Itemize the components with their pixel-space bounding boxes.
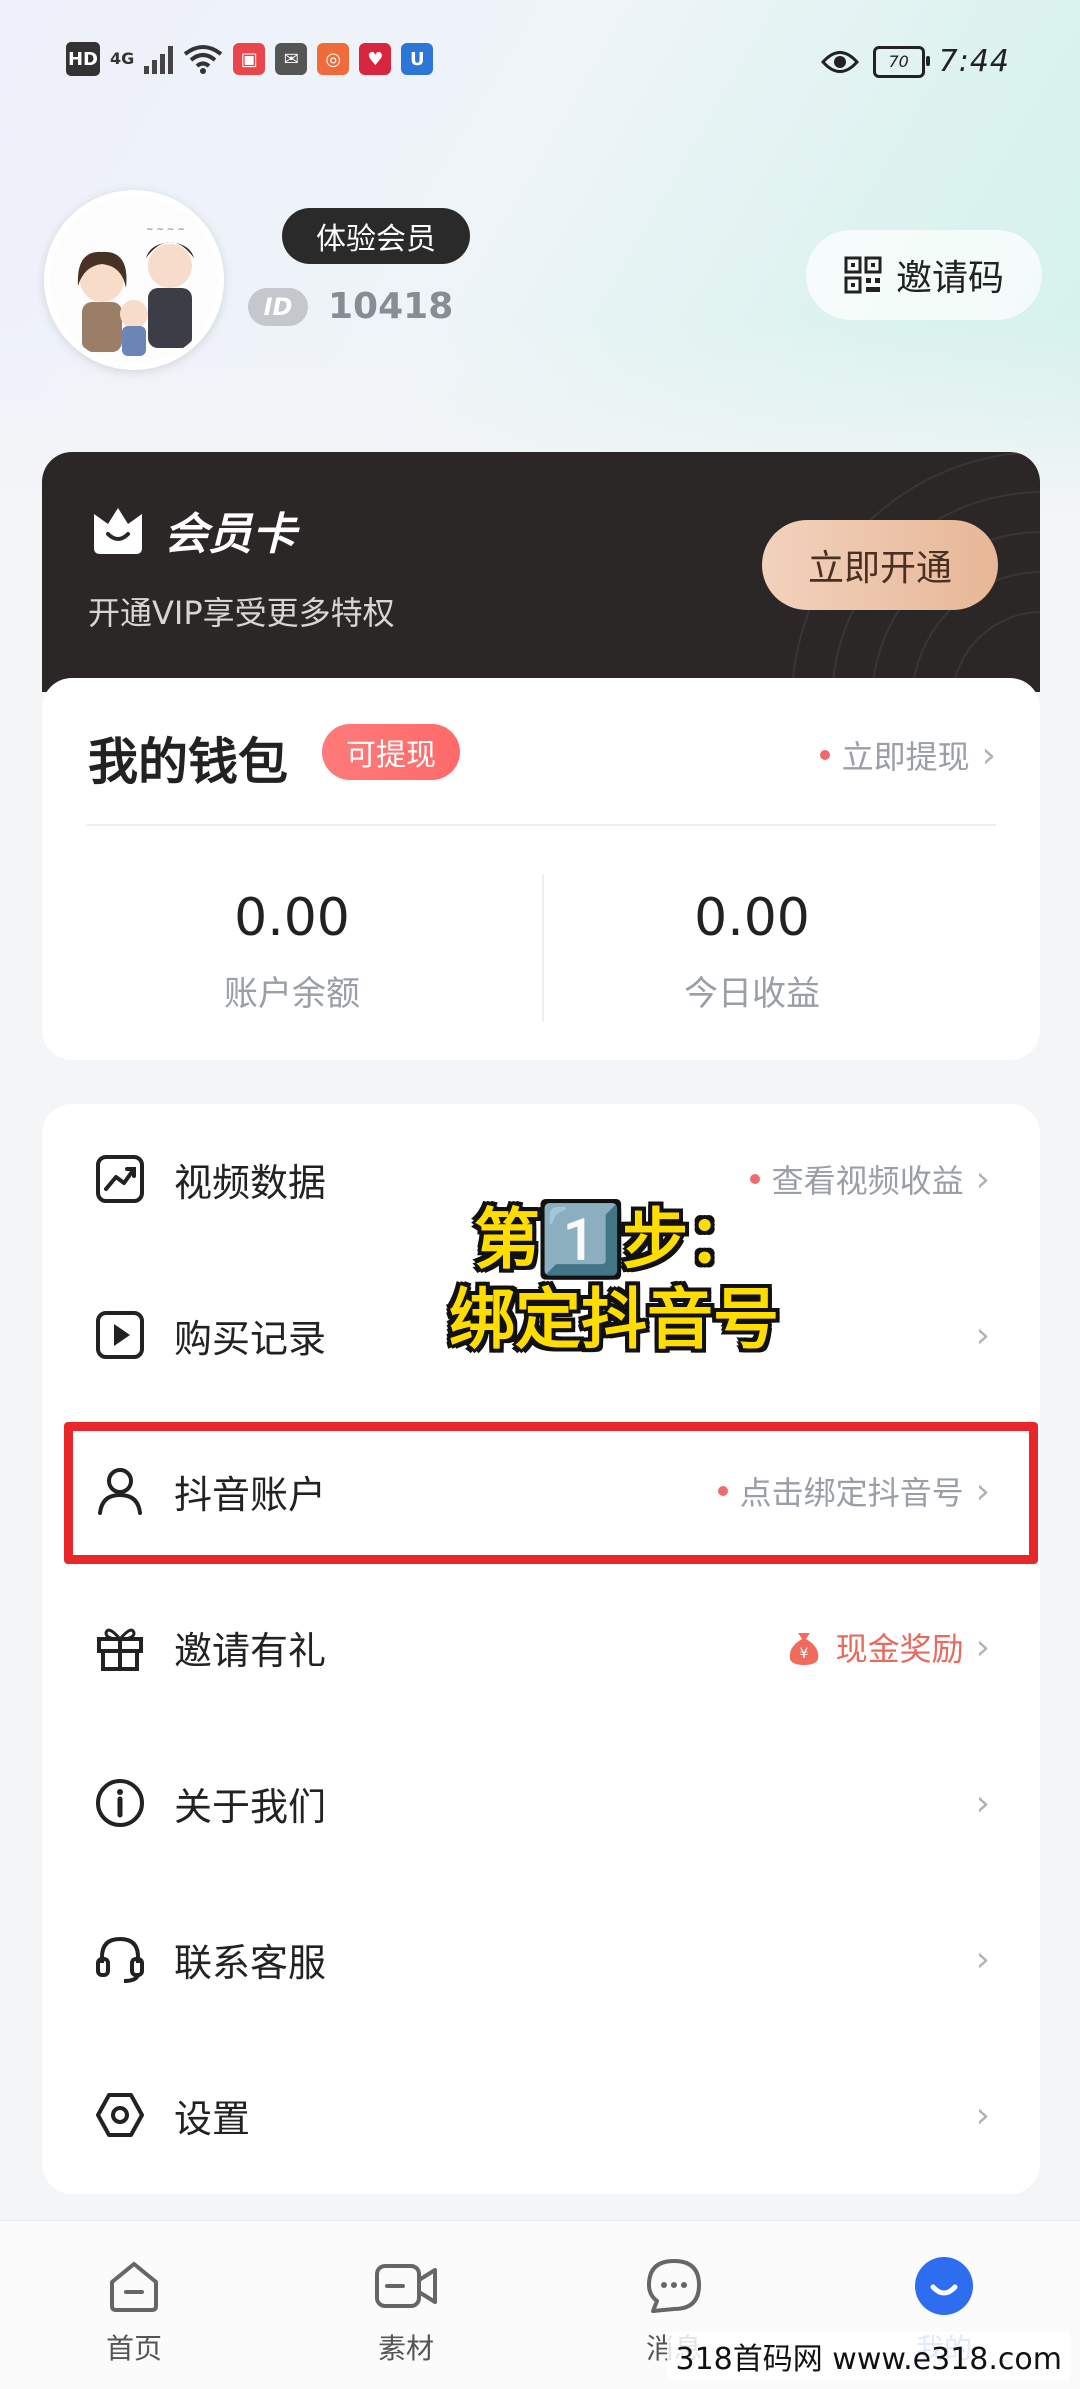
home-icon <box>64 2251 204 2321</box>
today-earnings-value: 0.00 <box>694 888 810 948</box>
chart-icon <box>92 1151 148 1207</box>
chevron-right-icon: › <box>975 1158 990 1200</box>
menu-item-label: 邀请有礼 <box>174 1628 327 1673</box>
balance-value: 0.00 <box>234 888 350 948</box>
red-dot-icon <box>749 1174 760 1184</box>
withdraw-now-label: 立即提现 <box>841 738 970 776</box>
chevron-right-icon: › <box>975 1314 990 1356</box>
step-overlay-line2: 绑定抖音号 <box>449 1281 779 1358</box>
step-overlay-line1: 第1️⃣步： <box>473 1201 755 1278</box>
balance-stat[interactable]: 0.00 账户余额 <box>102 888 482 1015</box>
network-type: 4G <box>110 49 135 68</box>
invite-code-button[interactable]: 邀请码 <box>806 230 1042 320</box>
member-badge: 体验会员 <box>282 208 470 264</box>
user-id: 10418 <box>328 286 454 327</box>
menu-item-right: ¥ 现金奖励 › <box>784 1624 990 1670</box>
id-tag: ID <box>248 287 308 326</box>
chevron-right-icon: › <box>981 734 996 776</box>
balance-label: 账户余额 <box>224 974 360 1014</box>
chevron-right-icon: › <box>975 2094 990 2136</box>
invite-code-label: 邀请码 <box>895 258 1004 299</box>
menu-item-right: › <box>976 1315 990 1356</box>
clock: 7:44 <box>938 44 1010 79</box>
notification-app-icon: U <box>401 43 434 75</box>
qr-code-icon <box>844 256 882 294</box>
menu-item-label: 购买记录 <box>174 1316 327 1361</box>
menu-item-label: 设置 <box>174 2096 251 2141</box>
divider <box>86 824 996 826</box>
notification-app-icon: ♥ <box>359 43 392 75</box>
step-overlay-text: 第1️⃣步： 绑定抖音号 <box>404 1200 824 1360</box>
vip-card-subtitle: 开通VIP享受更多特权 <box>88 594 395 632</box>
hd-icon: HD <box>66 42 100 76</box>
vip-card-title: 会员卡 <box>164 509 296 560</box>
video-icon <box>336 2251 476 2321</box>
menu-item-about-us[interactable]: 关于我们 › <box>42 1728 1040 1878</box>
stat-divider <box>542 874 544 1022</box>
wifi-icon <box>184 45 223 74</box>
money-bag-icon: ¥ <box>789 1633 818 1665</box>
watermark: 318首码网 www.e318.com <box>667 2332 1070 2380</box>
chevron-right-icon: › <box>975 1782 990 1824</box>
status-right: 70 7:44 <box>820 44 1010 79</box>
chevron-right-icon: › <box>975 1938 990 1980</box>
wallet-title: 我的钱包 <box>88 733 288 791</box>
menu-item-invite-rewards[interactable]: 邀请有礼 ¥ 现金奖励 › <box>42 1572 1040 1722</box>
today-earnings-label: 今日收益 <box>684 974 820 1014</box>
menu-item-customer-service[interactable]: 联系客服 › <box>42 1884 1040 2034</box>
headset-icon <box>92 1931 148 1987</box>
menu-item-hint: 现金奖励 <box>835 1630 964 1668</box>
svg-text:~ ~ ~ ~: ~ ~ ~ ~ <box>146 225 185 235</box>
wallet-card: 我的钱包 可提现 立即提现 › 0.00 账户余额 0.00 今日收益 <box>42 678 1040 1060</box>
svg-text:¥: ¥ <box>799 1646 808 1662</box>
notification-app-icon: ◎ <box>317 43 350 75</box>
wechat-icon: ✉ <box>275 43 308 75</box>
menu-item-right: › <box>976 2095 990 2136</box>
menu-item-right: › <box>976 1783 990 1824</box>
menu-item-label: 关于我们 <box>174 1784 327 1829</box>
gift-icon <box>92 1619 148 1675</box>
notification-app-icon: ▣ <box>233 43 266 75</box>
today-earnings-stat[interactable]: 0.00 今日收益 <box>562 888 942 1015</box>
settings-icon <box>92 2087 148 2143</box>
red-dot-icon <box>819 750 830 760</box>
menu-item-right: 查看视频收益 › <box>749 1156 990 1202</box>
menu-item-label: 联系客服 <box>174 1940 327 1985</box>
battery-icon: 70 <box>872 45 930 78</box>
signal-icon <box>144 44 174 74</box>
eye-icon <box>820 50 859 73</box>
nav-label: 首页 <box>105 2332 162 2365</box>
status-bar: HD 4G ▣ ✉ ◎ ♥ U 70 7:44 <box>0 0 1080 130</box>
profile-icon <box>874 2251 1014 2321</box>
menu-item-settings[interactable]: 设置 › <box>42 2040 1040 2190</box>
nav-material[interactable]: 素材 <box>336 2251 476 2367</box>
avatar-illustration: ~ ~ ~ ~ <box>50 196 218 364</box>
vip-card-title-row: 会员卡 <box>90 498 296 562</box>
avatar[interactable]: ~ ~ ~ ~ <box>44 190 224 370</box>
withdrawable-badge: 可提现 <box>322 724 460 780</box>
nav-home[interactable]: 首页 <box>64 2251 204 2367</box>
user-id-row: ID 10418 <box>248 286 453 327</box>
info-icon <box>92 1775 148 1831</box>
menu-item-right: › <box>976 1939 990 1980</box>
menu-item-label: 视频数据 <box>174 1160 327 1205</box>
message-icon <box>604 2251 744 2321</box>
nav-label: 素材 <box>377 2332 434 2365</box>
play-icon <box>92 1307 148 1363</box>
chevron-right-icon: › <box>975 1626 990 1668</box>
menu-item-hint: 查看视频收益 <box>771 1162 964 1200</box>
highlight-box <box>64 1422 1038 1564</box>
activate-vip-button[interactable]: 立即开通 <box>762 520 998 610</box>
withdraw-now-link[interactable]: 立即提现 › <box>819 732 996 778</box>
vip-card[interactable]: 会员卡 开通VIP享受更多特权 立即开通 <box>42 452 1040 692</box>
crown-icon <box>94 508 142 554</box>
status-left: HD 4G ▣ ✉ ◎ ♥ U <box>66 42 434 76</box>
